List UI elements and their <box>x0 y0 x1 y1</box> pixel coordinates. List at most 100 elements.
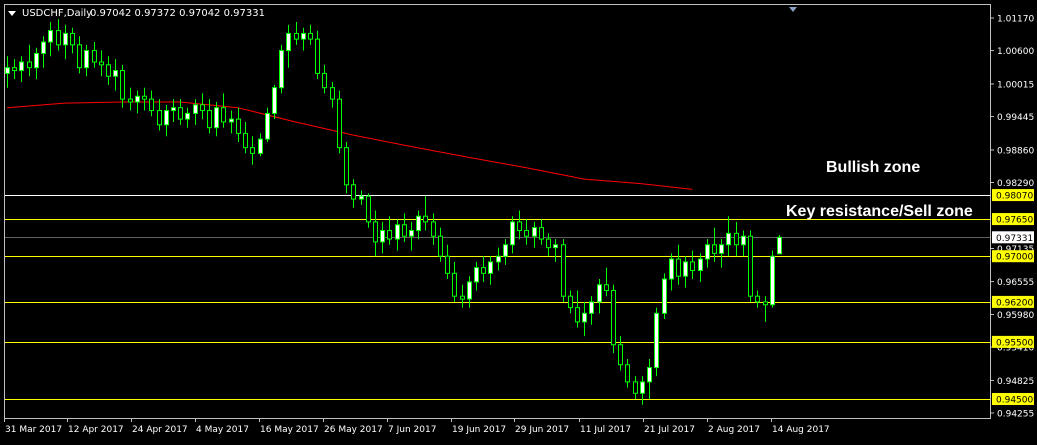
candle-body <box>373 221 378 243</box>
candle-body <box>221 107 226 123</box>
candlestick-chart[interactable]: 1.01170 1.00600 1.00015 0.99445 0.98860 0.982… <box>0 0 1037 441</box>
candle-body <box>135 95 140 103</box>
candle-body <box>726 232 731 246</box>
candle-body <box>337 98 342 149</box>
candle-body <box>106 64 111 77</box>
candle-body <box>164 110 169 126</box>
candle-body <box>589 301 594 314</box>
candle-body <box>294 32 299 40</box>
candle-body <box>445 255 450 274</box>
date-label: 2 Aug 2017 <box>708 425 760 435</box>
candle-body <box>553 244 558 249</box>
candle-body <box>416 215 421 231</box>
candle-body <box>524 229 529 237</box>
candle-body <box>597 284 602 303</box>
candle-body <box>777 236 782 255</box>
candle-body <box>27 61 32 69</box>
candle-body <box>380 229 385 243</box>
candle-body <box>517 221 522 231</box>
candle-body <box>142 95 147 100</box>
candle-body <box>5 67 10 74</box>
candle-body <box>286 32 291 52</box>
date-label: 7 Jun 2017 <box>388 425 436 435</box>
candle-body <box>63 32 68 46</box>
candle <box>770 250 775 308</box>
candle-body <box>359 195 364 200</box>
candle-body <box>41 41 46 54</box>
candle <box>662 273 667 320</box>
candle-body <box>99 61 104 66</box>
date-label: 29 Jun 2017 <box>515 425 569 435</box>
date-label: 21 Jul 2017 <box>644 425 695 435</box>
candle-body <box>330 87 335 100</box>
candle-body <box>120 70 125 100</box>
candle-body <box>647 367 652 383</box>
candle <box>748 230 753 302</box>
candle <box>561 239 566 302</box>
candle-body <box>662 278 667 314</box>
ohlc-values: 0.97042 0.97372 0.97042 0.97331 <box>90 8 265 19</box>
candle-body <box>669 258 674 280</box>
candle-body <box>171 107 176 112</box>
candle-body <box>748 235 753 297</box>
candle-body <box>387 229 392 240</box>
candle-body <box>200 104 205 112</box>
candle-body <box>77 44 82 69</box>
date-label: 19 Jun 2017 <box>452 425 506 435</box>
candle <box>654 307 659 377</box>
chart-window: 1.01170 1.00600 1.00015 0.99445 0.98860 0.982… <box>0 0 1037 441</box>
candle-body <box>301 32 306 40</box>
price-tick-label: 1.01170 <box>997 15 1034 25</box>
candle-body <box>741 235 746 246</box>
candle-body <box>719 244 724 254</box>
candle-body <box>12 67 17 72</box>
annotation-sell-zone: Key resistance/Sell zone <box>786 203 973 220</box>
price-tick-label: 0.99445 <box>997 113 1034 123</box>
candle-body <box>763 301 768 306</box>
candle-body <box>488 261 493 274</box>
candle-body <box>92 50 97 63</box>
candle-body <box>618 344 623 366</box>
candle-body <box>236 118 241 134</box>
candle-body <box>568 295 573 309</box>
candle-body <box>755 295 760 303</box>
candle-body <box>582 312 587 323</box>
candle-body <box>128 98 133 103</box>
candle-body <box>654 312 659 369</box>
price-tick-label: 1.00015 <box>997 80 1034 90</box>
candle-body <box>395 224 400 240</box>
candle-body <box>546 238 551 249</box>
candle-body <box>676 258 681 277</box>
price-tick-label: 0.98860 <box>997 146 1034 156</box>
candle-body <box>474 267 479 283</box>
candle-body <box>625 364 630 383</box>
chart-background <box>0 0 1037 441</box>
candle-body <box>705 244 710 260</box>
date-label: 12 Apr 2017 <box>68 425 124 435</box>
candle <box>611 284 616 354</box>
candle-body <box>561 244 566 297</box>
candle-body <box>178 107 183 120</box>
candle-body <box>510 221 515 246</box>
candle-body <box>690 261 695 271</box>
candle-body <box>70 32 75 46</box>
candle-body <box>185 112 190 120</box>
candle-body <box>438 235 443 257</box>
candle-body <box>633 381 638 394</box>
candle-body <box>322 72 327 89</box>
candle-body <box>683 261 688 277</box>
candle-body <box>539 227 544 240</box>
price-tick-label: 0.98290 <box>997 179 1034 189</box>
candle-body <box>243 132 248 149</box>
candle-body <box>48 30 53 43</box>
candle-body <box>56 30 61 46</box>
annotation-bullish-zone: Bullish zone <box>826 159 920 176</box>
candle-body <box>157 110 162 126</box>
candle-body <box>611 289 616 346</box>
candle-body <box>315 38 320 74</box>
candle-body <box>460 295 465 300</box>
candle-body <box>366 195 371 223</box>
date-label: 14 Aug 2017 <box>772 425 830 435</box>
candle-body <box>431 221 436 237</box>
candle-body <box>698 258 703 271</box>
